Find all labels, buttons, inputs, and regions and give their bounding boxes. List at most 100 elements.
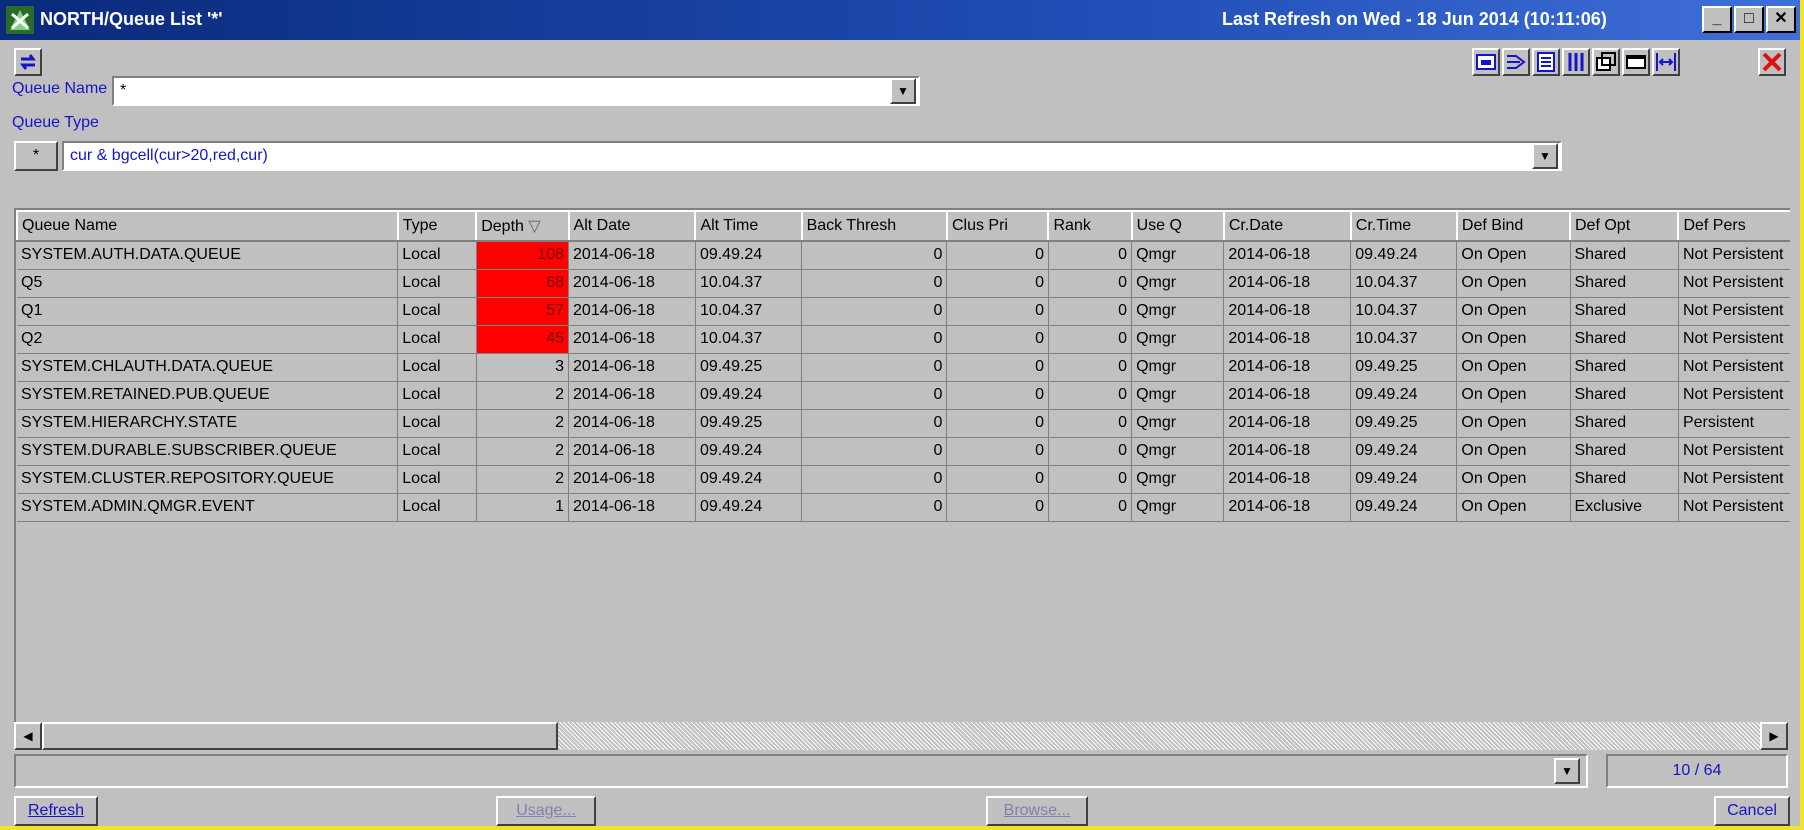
cell-queue-name: SYSTEM.CHLAUTH.DATA.QUEUE [17,353,399,382]
filter-button[interactable] [1502,48,1530,76]
cell-cr-date: 2014-06-18 [1223,297,1352,326]
queue-type-button[interactable]: * [14,141,58,171]
scroll-left-button[interactable]: ◀ [14,722,42,750]
cell-def-opt: Shared [1570,353,1679,382]
col-rank[interactable]: Rank [1047,210,1133,242]
cell-depth: 2 [476,437,570,466]
cell-type: Local [397,409,477,438]
col-cr-time[interactable]: Cr.Time [1349,210,1458,242]
cell-cr-time: 09.49.24 [1350,241,1458,270]
scroll-right-arrow-icon: ▶ [1769,729,1779,743]
table-row[interactable]: SYSTEM.ADMIN.QMGR.EVENT Local 1 2014-06-18 0… [17,493,1790,522]
cell-queue-name: SYSTEM.RETAINED.PUB.QUEUE [17,381,399,410]
cell-use-q: Qmgr [1131,269,1225,298]
col-alt-date[interactable]: Alt Date [567,210,696,242]
cell-def-bind: On Open [1456,269,1571,298]
close-button[interactable]: ✕ [1766,6,1796,33]
cell-depth: 108 [476,241,570,270]
maximize-button[interactable]: □ [1734,6,1764,33]
col-cr-date[interactable]: Cr.Date [1222,210,1352,242]
cell-alt-date: 2014-06-18 [568,241,696,270]
status-combo[interactable] [14,754,1588,788]
cell-cr-time: 09.49.24 [1350,381,1458,410]
minimize-button[interactable]: _ [1702,6,1732,33]
columns-view-button[interactable] [1562,48,1590,76]
cell-use-q: Qmgr [1131,465,1225,494]
cell-def-pers: Not Persistent [1678,493,1790,522]
cell-depth: 57 [476,297,570,326]
title-bar[interactable]: NORTH/Queue List '*' Last Refresh on Wed… [0,0,1800,40]
cell-def-bind: On Open [1456,353,1571,382]
status-dropdown-button[interactable]: ▼ [1554,758,1580,784]
cell-alt-date: 2014-06-18 [568,437,696,466]
browse-button[interactable]: Browse... [986,796,1088,826]
scroll-thumb[interactable] [42,722,558,750]
cell-queue-name: SYSTEM.CLUSTER.REPOSITORY.QUEUE [17,465,399,494]
col-back-thresh[interactable]: Back Thresh [800,210,948,242]
col-depth[interactable]: Depth ▽ [475,210,570,242]
cell-clus-pri: 0 [946,409,1049,438]
cell-back-thresh: 0 [801,465,948,494]
close-list-button[interactable] [1758,48,1786,76]
cell-def-pers: Persistent [1678,409,1790,438]
sort-descending-icon: ▽ [528,218,541,235]
expression-input[interactable]: cur & bgcell(cur>20,red,cur) [62,141,1562,171]
auto-refresh-button[interactable] [14,48,42,76]
scroll-right-button[interactable]: ▶ [1760,722,1788,750]
cell-cr-date: 2014-06-18 [1223,325,1352,354]
col-clus-pri[interactable]: Clus Pri [945,210,1049,242]
usage-button[interactable]: Usage... [496,796,596,826]
cell-def-bind: On Open [1456,297,1571,326]
col-alt-time[interactable]: Alt Time [694,210,803,242]
single-window-icon [1626,55,1646,69]
fit-columns-button[interactable] [1652,48,1680,76]
cell-queue-name: SYSTEM.HIERARCHY.STATE [17,409,399,438]
cell-def-pers: Not Persistent [1678,353,1790,382]
cell-def-bind: On Open [1456,325,1571,354]
cell-rank: 0 [1048,269,1133,298]
cell-use-q: Qmgr [1131,241,1225,270]
table-row[interactable]: SYSTEM.CLUSTER.REPOSITORY.QUEUE Local 2 201… [17,465,1790,494]
col-queue-name[interactable]: Queue Name [16,210,399,242]
restore-window-button[interactable] [1622,48,1650,76]
queue-name-dropdown-button[interactable]: ▼ [890,78,916,104]
cell-type: Local [397,241,477,270]
table-row[interactable]: SYSTEM.RETAINED.PUB.QUEUE Local 2 2014-06-1… [17,381,1790,410]
cascade-window-button[interactable] [1592,48,1620,76]
table-row[interactable]: SYSTEM.DURABLE.SUBSCRIBER.QUEUE Local 2 201… [17,437,1790,466]
column-settings-button[interactable] [1472,48,1500,76]
table-row[interactable]: SYSTEM.HIERARCHY.STATE Local 2 2014-06-18 09… [17,409,1790,438]
cancel-button[interactable]: Cancel [1714,796,1790,826]
horizontal-scrollbar[interactable]: ◀ ▶ [14,722,1788,750]
dropdown-arrow-icon: ▼ [1539,149,1551,163]
col-def-bind[interactable]: Def Bind [1455,210,1571,242]
cell-def-pers: Not Persistent [1678,465,1790,494]
table-header-row: Queue Name Type Depth ▽ Alt Date Alt Tim… [16,210,1790,242]
table-row[interactable]: Q5 Local 68 2014-06-18 10.04.37 0 0 0 Qmgr 2014-0… [17,269,1790,298]
expression-dropdown-button[interactable]: ▼ [1532,143,1558,169]
table-row[interactable]: SYSTEM.CHLAUTH.DATA.QUEUE Local 3 2014-06-1… [17,353,1790,382]
cell-def-pers: Not Persistent [1678,269,1790,298]
cell-depth: 2 [476,381,570,410]
col-use-q[interactable]: Use Q [1130,210,1225,242]
cell-cr-time: 10.04.37 [1350,269,1458,298]
status-bar: ▼ 10 / 64 [14,752,1788,790]
cell-def-pers: Not Persistent [1678,241,1790,270]
table-row[interactable]: Q2 Local 45 2014-06-18 10.04.37 0 0 0 Qmgr 2014-0… [17,325,1790,354]
col-def-opt[interactable]: Def Opt [1568,210,1679,242]
cell-def-pers: Not Persistent [1678,381,1790,410]
details-view-button[interactable] [1532,48,1560,76]
cell-alt-date: 2014-06-18 [568,381,696,410]
app-icon [6,6,34,34]
queue-name-input[interactable]: * [112,76,920,106]
cell-cr-date: 2014-06-18 [1223,465,1352,494]
refresh-button[interactable]: Refresh [14,796,98,826]
cell-alt-time: 09.49.25 [695,409,803,438]
cell-back-thresh: 0 [801,437,948,466]
table-row[interactable]: SYSTEM.AUTH.DATA.QUEUE Local 108 2014-06-18… [17,241,1790,270]
cell-use-q: Qmgr [1131,325,1225,354]
table-row[interactable]: Q1 Local 57 2014-06-18 10.04.37 0 0 0 Qmgr 2014-0… [17,297,1790,326]
col-type[interactable]: Type [396,210,477,242]
col-def-pers[interactable]: Def Pers [1677,210,1790,242]
cell-type: Local [397,465,477,494]
